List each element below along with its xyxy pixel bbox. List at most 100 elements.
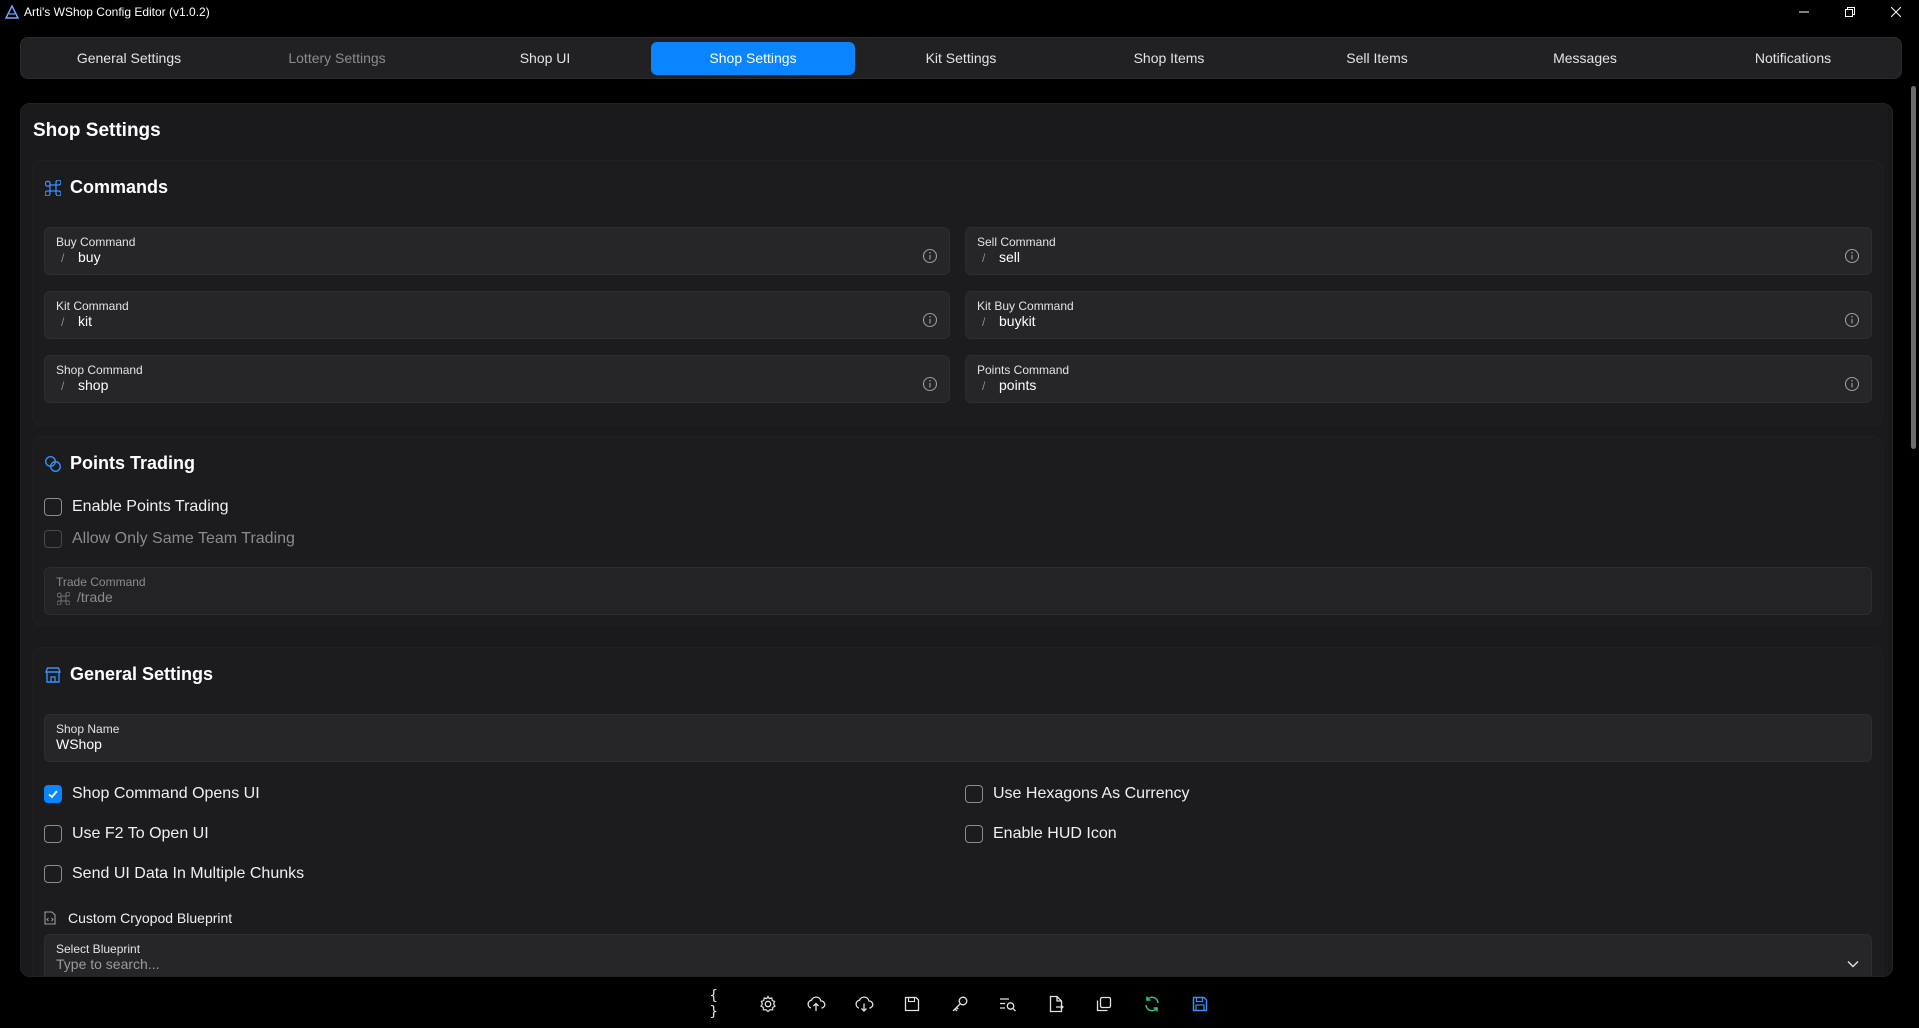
cloud-upload-icon[interactable] xyxy=(806,994,826,1014)
window-controls xyxy=(1781,0,1919,23)
slash-prefix: / xyxy=(982,379,986,393)
tab-bar: General Settings Lottery Settings Shop U… xyxy=(20,37,1902,79)
field-label: Points Command xyxy=(977,363,1070,377)
file-export-icon[interactable] xyxy=(1046,994,1066,1014)
key-icon[interactable] xyxy=(950,994,970,1014)
slash-prefix: / xyxy=(61,379,65,393)
section-title: Points Trading xyxy=(70,453,196,473)
kit-buy-command-field[interactable]: Kit Buy Command / buykit xyxy=(965,291,1872,339)
checkmark-icon xyxy=(48,790,58,799)
tab-sell-items[interactable]: Sell Items xyxy=(1275,42,1479,75)
kit-command-input[interactable]: kit xyxy=(78,313,92,329)
shop-command-input[interactable]: shop xyxy=(78,377,108,393)
trade-command-input: /trade xyxy=(77,589,113,605)
refresh-icon[interactable] xyxy=(1142,994,1162,1014)
section-title: Commands xyxy=(70,177,169,197)
app-logo-icon xyxy=(4,4,20,20)
sell-command-field[interactable]: Sell Command / sell xyxy=(965,227,1872,275)
blueprint-select[interactable]: Select Blueprint Type to search... xyxy=(44,934,1872,976)
field-label: Select Blueprint xyxy=(56,942,141,956)
commands-header: Commands xyxy=(44,177,168,198)
cryopod-label: Custom Cryopod Blueprint xyxy=(68,910,233,926)
send-ui-chunks-checkbox[interactable] xyxy=(44,865,62,883)
buy-command-input[interactable]: buy xyxy=(78,249,101,265)
field-label: Kit Command xyxy=(56,299,129,313)
same-team-trading-option: Allow Only Same Team Trading xyxy=(44,530,295,548)
slash-prefix: / xyxy=(982,315,986,329)
use-hexagons-option[interactable]: Use Hexagons As Currency xyxy=(965,785,1190,803)
shop-command-field[interactable]: Shop Command / shop xyxy=(44,355,950,403)
copy-icon[interactable] xyxy=(1094,994,1114,1014)
field-label: Buy Command xyxy=(56,235,136,249)
slash-prefix: / xyxy=(982,251,986,265)
command-key-icon xyxy=(44,179,62,197)
enable-hud-icon-checkbox[interactable] xyxy=(965,825,983,843)
shop-command-opens-ui-checkbox[interactable] xyxy=(44,785,62,803)
tab-shop-ui[interactable]: Shop UI xyxy=(443,42,647,75)
tab-general-settings[interactable]: General Settings xyxy=(27,42,231,75)
enable-hud-icon-option[interactable]: Enable HUD Icon xyxy=(965,825,1117,843)
tab-kit-settings[interactable]: Kit Settings xyxy=(859,42,1063,75)
use-f2-checkbox[interactable] xyxy=(44,825,62,843)
tab-shop-items[interactable]: Shop Items xyxy=(1067,42,1271,75)
info-icon[interactable] xyxy=(922,376,938,392)
cloud-download-icon[interactable] xyxy=(854,994,874,1014)
info-icon[interactable] xyxy=(1844,248,1860,264)
sell-command-input[interactable]: sell xyxy=(999,249,1020,265)
checkbox-label: Use F2 To Open UI xyxy=(72,825,209,842)
field-label: Trade Command xyxy=(56,575,146,589)
field-label: Kit Buy Command xyxy=(977,299,1074,313)
restore-icon[interactable] xyxy=(1827,0,1873,23)
trade-command-field: Trade Command /trade xyxy=(44,567,1872,615)
shop-name-input[interactable]: WShop xyxy=(56,736,102,752)
settings-panel: Shop Settings Commands Buy Command / buy… xyxy=(20,103,1893,977)
file-code-icon xyxy=(44,911,58,925)
chevron-down-icon[interactable] xyxy=(1847,955,1859,973)
tab-notifications[interactable]: Notifications xyxy=(1691,42,1895,75)
points-trading-header: Points Trading xyxy=(44,453,195,474)
blueprint-search-input[interactable]: Type to search... xyxy=(56,956,160,972)
gear-icon[interactable] xyxy=(758,994,778,1014)
enable-points-trading-option[interactable]: Enable Points Trading xyxy=(44,498,229,516)
info-icon[interactable] xyxy=(1844,312,1860,328)
minimize-icon[interactable] xyxy=(1781,0,1827,23)
info-icon[interactable] xyxy=(922,312,938,328)
store-icon xyxy=(44,666,62,684)
checkbox-label: Enable HUD Icon xyxy=(993,825,1117,842)
floppy-icon[interactable] xyxy=(902,994,922,1014)
use-hexagons-checkbox[interactable] xyxy=(965,785,983,803)
slash-prefix: / xyxy=(61,315,65,329)
save-icon[interactable] xyxy=(1190,994,1210,1014)
enable-points-trading-checkbox[interactable] xyxy=(44,498,62,516)
close-icon[interactable] xyxy=(1873,0,1919,23)
vertical-scrollbar[interactable] xyxy=(1911,86,1916,449)
use-f2-option[interactable]: Use F2 To Open UI xyxy=(44,825,209,843)
checkbox-label: Use Hexagons As Currency xyxy=(993,785,1190,802)
points-command-input[interactable]: points xyxy=(999,377,1036,393)
checkbox-label: Enable Points Trading xyxy=(72,498,229,515)
braces-icon[interactable]: { } xyxy=(710,988,730,1020)
checkbox-label: Allow Only Same Team Trading xyxy=(72,530,295,547)
search-list-icon[interactable] xyxy=(998,994,1018,1014)
general-settings-section: General Settings Shop Name WShop Shop Co… xyxy=(32,647,1883,976)
points-trading-section: Points Trading Enable Points Trading All… xyxy=(32,436,1883,626)
field-label: Shop Command xyxy=(56,363,143,377)
checkbox-label: Shop Command Opens UI xyxy=(72,785,260,802)
points-command-field[interactable]: Points Command / points xyxy=(965,355,1872,403)
info-icon[interactable] xyxy=(922,248,938,264)
section-title: General Settings xyxy=(70,664,214,684)
kit-buy-command-input[interactable]: buykit xyxy=(999,313,1036,329)
field-label: Sell Command xyxy=(977,235,1056,249)
kit-command-field[interactable]: Kit Command / kit xyxy=(44,291,950,339)
bottom-toolbar: { } xyxy=(0,980,1919,1028)
title-bar: Arti's WShop Config Editor (v1.0.2) xyxy=(0,0,1919,23)
shop-name-field[interactable]: Shop Name WShop xyxy=(44,714,1872,762)
tab-messages[interactable]: Messages xyxy=(1483,42,1687,75)
send-ui-chunks-option[interactable]: Send UI Data In Multiple Chunks xyxy=(44,865,304,883)
page-title: Shop Settings xyxy=(33,120,161,141)
info-icon[interactable] xyxy=(1844,376,1860,392)
buy-command-field[interactable]: Buy Command / buy xyxy=(44,227,950,275)
tab-shop-settings[interactable]: Shop Settings xyxy=(651,41,855,75)
shop-command-opens-ui-option[interactable]: Shop Command Opens UI xyxy=(44,785,260,803)
tab-lottery-settings[interactable]: Lottery Settings xyxy=(235,42,439,75)
